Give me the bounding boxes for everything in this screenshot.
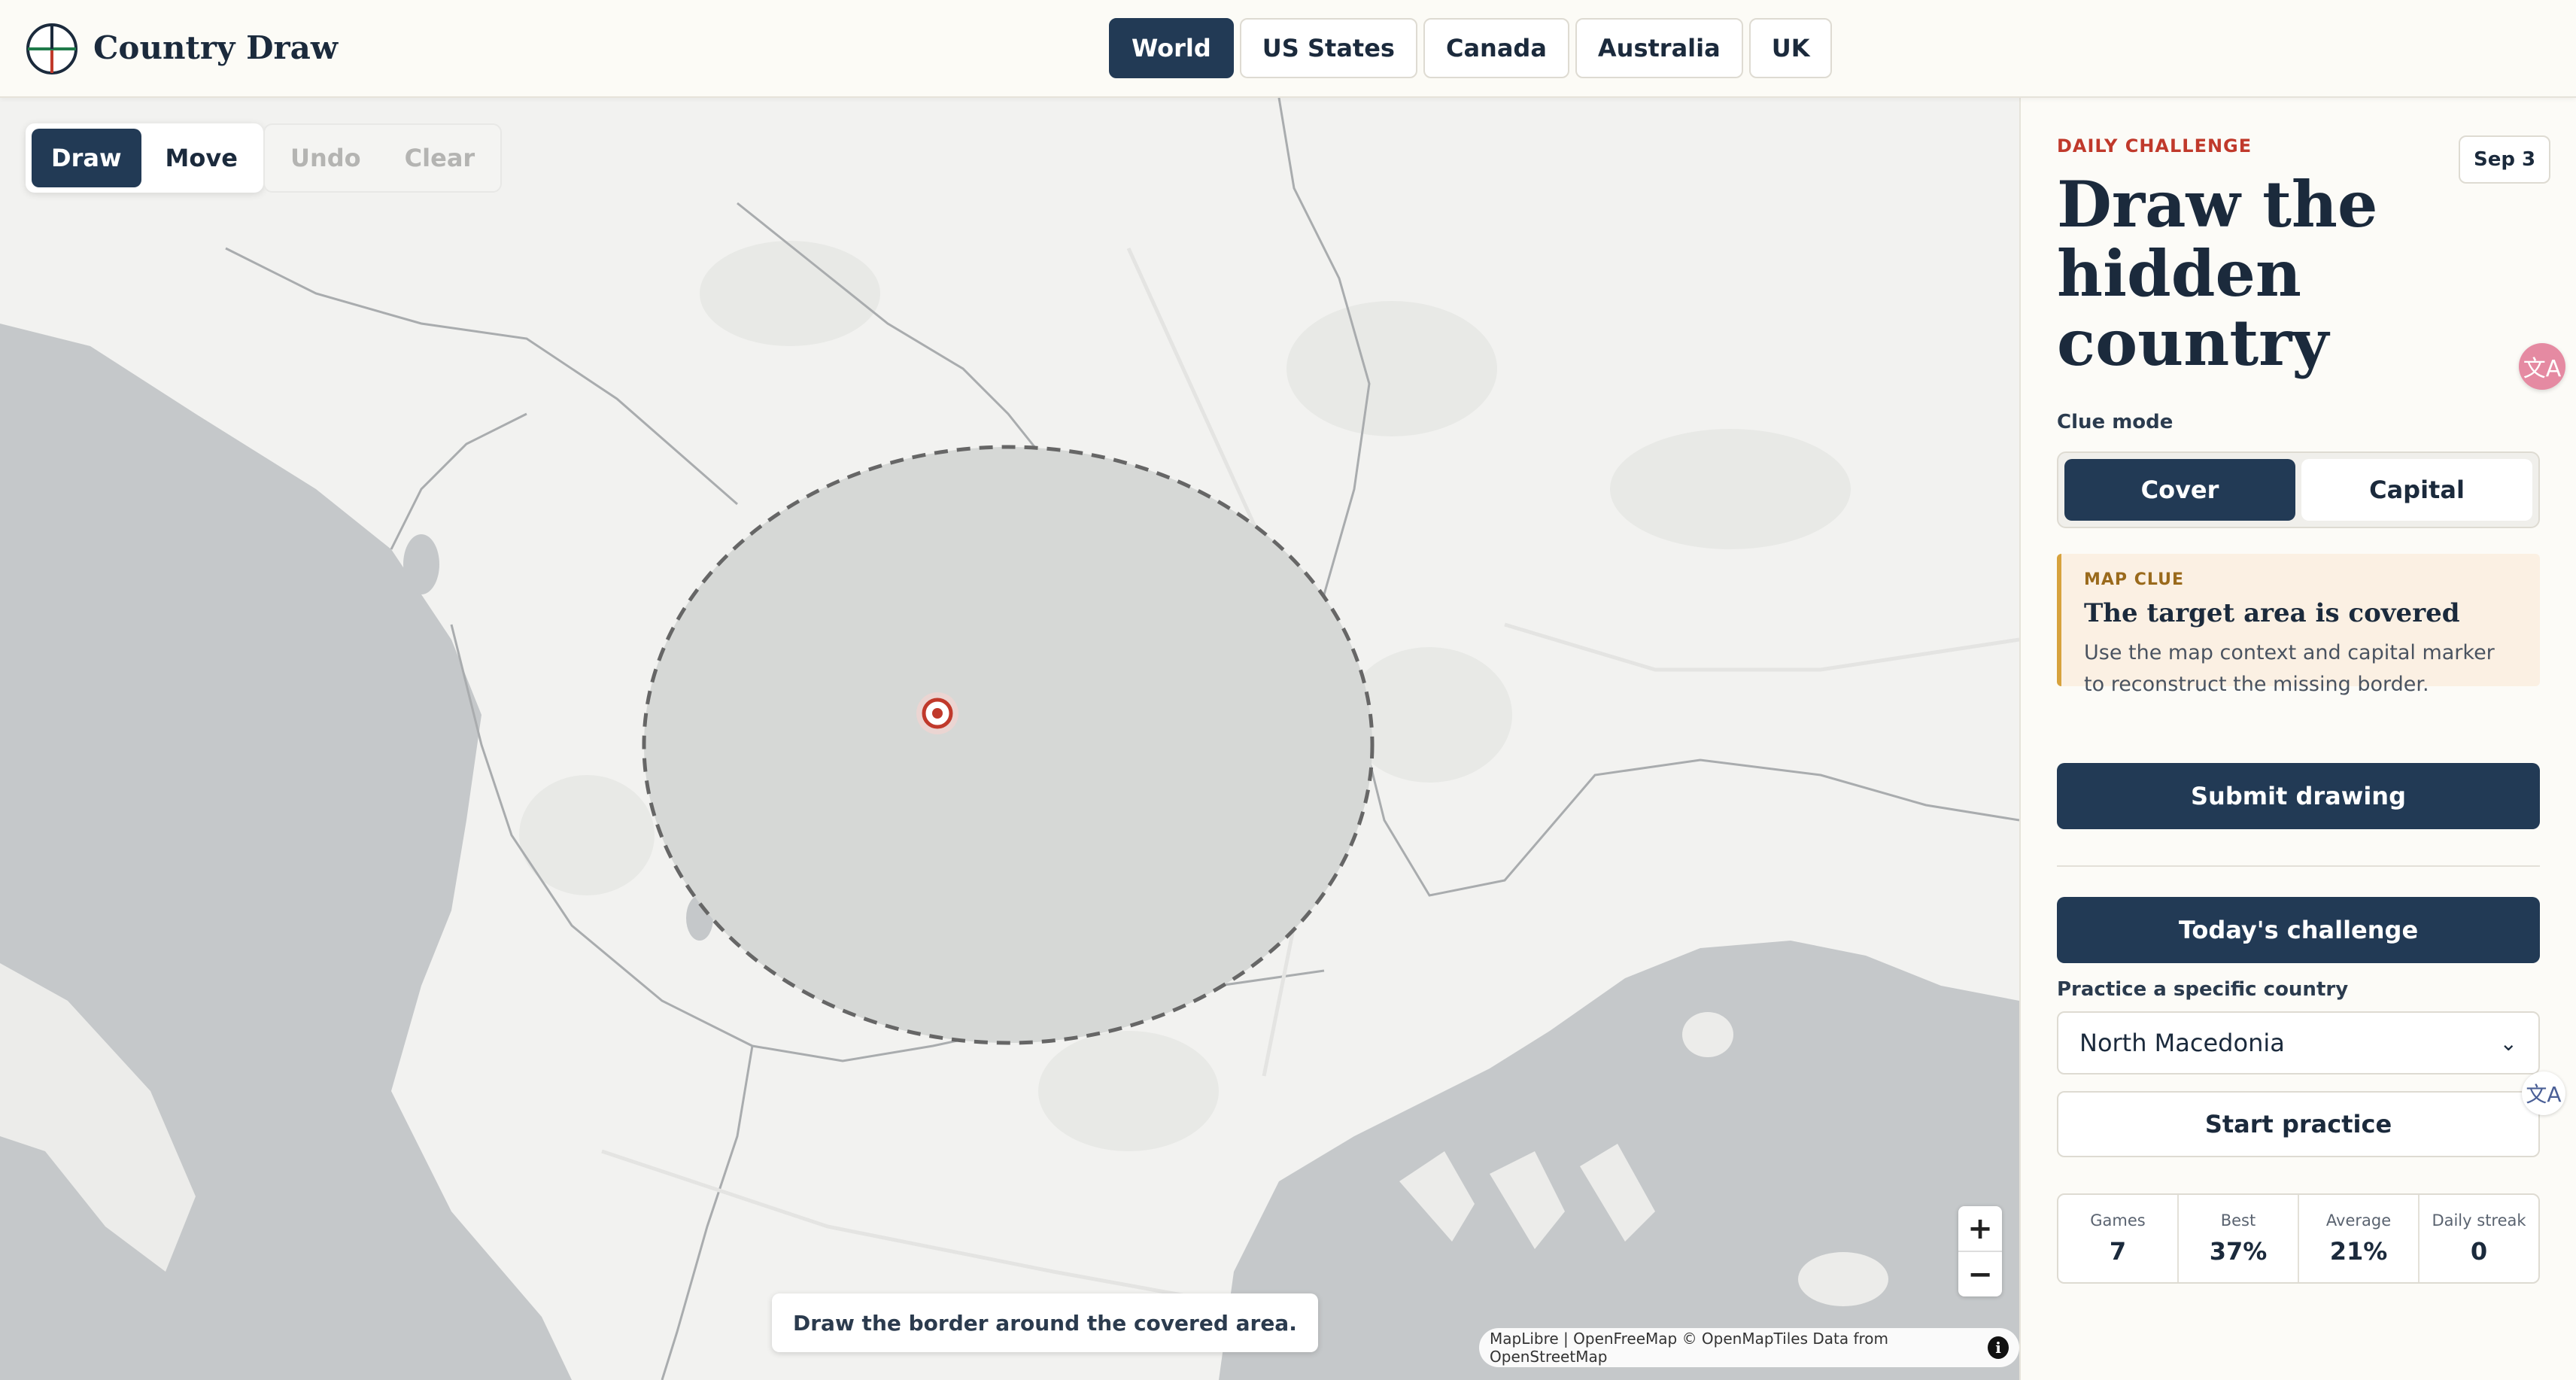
- tab-australia[interactable]: Australia: [1575, 18, 1743, 78]
- practice-label: Practice a specific country: [2057, 978, 2349, 1001]
- translate-icon[interactable]: 文A: [2522, 1071, 2565, 1115]
- move-tool-button[interactable]: Move: [146, 129, 257, 187]
- clue-title: The target area is covered: [2084, 598, 2460, 628]
- draw-move-toggle: Draw Move: [26, 123, 263, 193]
- clue-eyebrow: MAP CLUE: [2084, 570, 2184, 589]
- stat-label: Daily streak: [2432, 1211, 2526, 1230]
- submit-drawing-button[interactable]: Submit drawing: [2057, 763, 2540, 829]
- stats-panel: Games 7 Best 37% Average 21% Daily strea…: [2057, 1193, 2540, 1284]
- region-tabs: World US States Canada Australia UK: [1109, 18, 1833, 80]
- stat-value: 7: [2109, 1237, 2127, 1266]
- clear-button[interactable]: Clear: [385, 129, 495, 187]
- tab-uk[interactable]: UK: [1748, 18, 1833, 78]
- basemap: [0, 98, 2019, 1380]
- info-icon[interactable]: i: [1988, 1336, 2009, 1359]
- zoom-in-button[interactable]: +: [1958, 1206, 2002, 1251]
- globe-logo-icon: [26, 23, 77, 74]
- stat-daily-streak: Daily streak 0: [2418, 1195, 2538, 1282]
- stat-label: Games: [2090, 1211, 2146, 1230]
- stat-average: Average 21%: [2298, 1195, 2418, 1282]
- stat-value: 37%: [2209, 1237, 2268, 1266]
- draw-tool-button[interactable]: Draw: [32, 129, 141, 187]
- drawing-hint: Draw the border around the covered area.: [772, 1293, 1318, 1352]
- clue-mode-capital-button[interactable]: Capital: [2301, 459, 2532, 521]
- stat-label: Average: [2325, 1211, 2392, 1230]
- stat-games: Games 7: [2058, 1195, 2177, 1282]
- capital-marker-icon: [916, 692, 958, 734]
- clue-body: Use the map context and capital marker t…: [2084, 641, 2495, 696]
- map-attribution: MapLibre | OpenFreeMap © OpenMapTiles Da…: [1479, 1328, 2019, 1367]
- stat-value: 0: [2470, 1237, 2488, 1266]
- start-practice-button[interactable]: Start practice: [2057, 1091, 2540, 1157]
- tab-world[interactable]: World: [1109, 18, 1234, 78]
- practice-country-select[interactable]: North Macedonia ⌄: [2057, 1011, 2540, 1075]
- translate-icon[interactable]: 文A: [2519, 343, 2565, 390]
- stat-value: 21%: [2329, 1237, 2388, 1266]
- clue-mode-label: Clue mode: [2057, 411, 2174, 433]
- daily-challenge-eyebrow: DAILY CHALLENGE: [2057, 135, 2252, 157]
- practice-country-value: North Macedonia: [2079, 1029, 2285, 1057]
- divider: [2057, 865, 2540, 867]
- app-header: Country Draw World US States Canada Aust…: [0, 0, 2576, 98]
- chevron-down-icon: ⌄: [2499, 1030, 2517, 1056]
- stat-label: Best: [2220, 1211, 2256, 1230]
- todays-challenge-button[interactable]: Today's challenge: [2057, 897, 2540, 963]
- zoom-control: + −: [1958, 1206, 2002, 1296]
- attribution-text[interactable]: MapLibre | OpenFreeMap © OpenMapTiles Da…: [1490, 1330, 1976, 1366]
- page-title: Draw the hidden country: [2057, 167, 2378, 380]
- map-canvas[interactable]: Draw Move Undo Clear + − Draw the border…: [0, 98, 2019, 1380]
- tab-us-states[interactable]: US States: [1239, 18, 1417, 78]
- tab-canada[interactable]: Canada: [1423, 18, 1569, 78]
- undo-button[interactable]: Undo: [271, 129, 381, 187]
- app-title: Country Draw: [93, 29, 338, 66]
- stat-best: Best 37%: [2177, 1195, 2298, 1282]
- zoom-out-button[interactable]: −: [1958, 1251, 2002, 1296]
- undo-clear-group: Undo Clear: [263, 123, 503, 193]
- challenge-sidebar: DAILY CHALLENGE Sep 3 Draw the hidden co…: [2019, 98, 2576, 1380]
- clue-mode-toggle: Cover Capital: [2057, 451, 2540, 528]
- map-clue-card: MAP CLUE The target area is covered Use …: [2057, 554, 2540, 696]
- clue-mode-cover-button[interactable]: Cover: [2064, 459, 2295, 521]
